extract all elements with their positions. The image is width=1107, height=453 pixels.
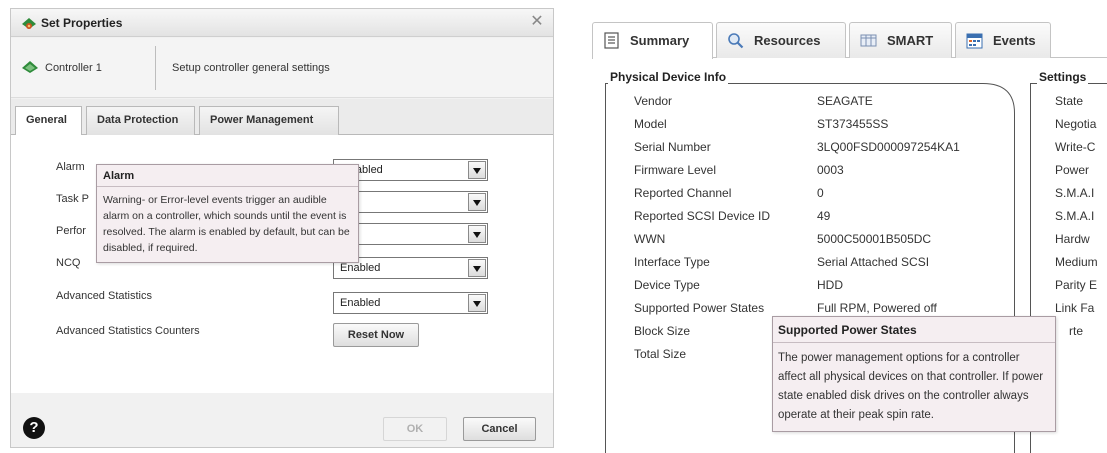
tab-events[interactable]: Events bbox=[955, 22, 1051, 58]
settings-smart-label: S.M.A.I bbox=[1055, 186, 1095, 200]
document-icon bbox=[604, 32, 619, 49]
dialog-tab-bar: General Data Protection Power Management bbox=[11, 99, 553, 136]
firmware-level-label: Firmware Level bbox=[634, 163, 717, 177]
device-type-value: HDD bbox=[817, 278, 843, 292]
tab-power-management[interactable]: Power Management bbox=[199, 106, 339, 135]
total-size-label: Total Size bbox=[634, 347, 687, 361]
dialog-title: Set Properties bbox=[41, 16, 123, 30]
controller-icon bbox=[22, 18, 36, 29]
interface-type-value: Serial Attached SCSI bbox=[817, 255, 930, 269]
reported-channel-label: Reported Channel bbox=[634, 186, 732, 200]
chevron-down-icon[interactable] bbox=[468, 225, 486, 243]
settings-link-failure-label: Link Fa bbox=[1055, 301, 1095, 315]
tab-data-protection[interactable]: Data Protection bbox=[86, 106, 195, 135]
tab-smart-label: SMART bbox=[887, 33, 934, 48]
settings-power-label: Power bbox=[1055, 163, 1090, 177]
advanced-statistics-value: Enabled bbox=[340, 297, 381, 309]
settings-state-label: State bbox=[1055, 94, 1084, 108]
tab-resources[interactable]: Resources bbox=[716, 22, 846, 58]
settings-medium-label: Medium bbox=[1055, 255, 1098, 269]
panel-tab-bar: Summary Resources SMART Events bbox=[592, 14, 1107, 59]
vendor-label: Vendor bbox=[634, 94, 673, 108]
tooltip-text: Warning- or Error-level events trigger a… bbox=[103, 194, 350, 254]
chevron-down-icon[interactable] bbox=[468, 161, 486, 179]
tab-summary[interactable]: Summary bbox=[592, 22, 713, 59]
block-size-label: Block Size bbox=[634, 324, 691, 338]
wwn-value: 5000C50001B505DC bbox=[817, 232, 932, 246]
reported-scsi-device-id-value: 49 bbox=[817, 209, 831, 223]
device-type-label: Device Type bbox=[634, 278, 700, 292]
controller-icon bbox=[22, 61, 38, 73]
settings-parity-label: Parity E bbox=[1055, 278, 1098, 292]
dialog-footer: ? OK Cancel bbox=[11, 393, 553, 447]
controller-name: Controller 1 bbox=[45, 62, 102, 74]
chevron-down-icon[interactable] bbox=[468, 294, 486, 312]
serial-number-value: 3LQ00FSD000097254KA1 bbox=[817, 140, 960, 154]
alarm-label: Alarm bbox=[56, 161, 85, 173]
tab-summary-label: Summary bbox=[630, 33, 690, 48]
set-properties-dialog: Set Properties ✕ Controller 1 Setup cont… bbox=[10, 8, 554, 448]
supported-power-states-value: Full RPM, Powered off bbox=[817, 301, 937, 315]
supported-power-states-label[interactable]: Supported Power States bbox=[634, 301, 764, 315]
settings-negotiated-label: Negotia bbox=[1055, 117, 1097, 131]
tab-resources-label: Resources bbox=[754, 33, 821, 48]
table-icon bbox=[860, 34, 877, 47]
settings-smart-label-2: S.M.A.I bbox=[1055, 209, 1095, 223]
tooltip-divider bbox=[97, 186, 358, 187]
dialog-title-bar[interactable]: Set Properties ✕ bbox=[11, 9, 553, 37]
magnifier-icon bbox=[728, 33, 744, 49]
tooltip-divider bbox=[773, 342, 1055, 343]
reported-scsi-device-id-label: Reported SCSI Device ID bbox=[634, 209, 771, 223]
alarm-tooltip: Alarm Warning- or Error-level events tri… bbox=[96, 164, 359, 263]
firmware-level-value: 0003 bbox=[817, 163, 844, 177]
advanced-statistics-label: Advanced Statistics bbox=[56, 290, 152, 302]
serial-number-label: Serial Number bbox=[634, 140, 711, 154]
model-value: ST373455SS bbox=[817, 117, 889, 131]
tab-events-label: Events bbox=[993, 33, 1036, 48]
help-icon[interactable]: ? bbox=[23, 417, 45, 439]
cancel-button[interactable]: Cancel bbox=[463, 417, 536, 441]
tab-smart[interactable]: SMART bbox=[849, 22, 952, 58]
model-label: Model bbox=[634, 117, 667, 131]
tooltip-title: Alarm bbox=[103, 170, 135, 182]
vendor-value: SEAGATE bbox=[817, 94, 873, 108]
calendar-icon bbox=[966, 33, 983, 49]
dialog-header: Controller 1 Setup controller general se… bbox=[11, 38, 553, 98]
reported-channel-value: 0 bbox=[817, 186, 824, 200]
tooltip-title: Supported Power States bbox=[778, 323, 917, 337]
interface-type-label: Interface Type bbox=[634, 255, 710, 269]
ok-button[interactable]: OK bbox=[383, 417, 447, 441]
device-summary-panel: Summary Resources SMART Events Physical … bbox=[592, 14, 1107, 453]
tooltip-text: The power management options for a contr… bbox=[778, 352, 1044, 421]
dialog-subtitle: Setup controller general settings bbox=[172, 62, 330, 74]
settings-rte-label: rte bbox=[1069, 324, 1084, 338]
supported-power-states-tooltip: Supported Power States The power managem… bbox=[772, 316, 1056, 432]
close-icon[interactable]: ✕ bbox=[529, 13, 545, 31]
reset-now-button[interactable]: Reset Now bbox=[333, 323, 419, 347]
chevron-down-icon[interactable] bbox=[468, 193, 486, 211]
performance-mode-label: Perfor bbox=[56, 225, 86, 237]
ncq-value: Enabled bbox=[340, 262, 381, 274]
settings-hardware-label: Hardw bbox=[1055, 232, 1090, 246]
settings-write-cache-label: Write-C bbox=[1055, 140, 1096, 154]
ncq-label: NCQ bbox=[56, 257, 81, 269]
task-priority-label: Task P bbox=[56, 193, 90, 205]
physical-device-info-title: Physical Device Info bbox=[608, 70, 729, 84]
advanced-statistics-select[interactable]: Enabled bbox=[333, 292, 488, 314]
tab-general[interactable]: General bbox=[15, 106, 82, 136]
header-divider bbox=[155, 46, 156, 90]
wwn-label: WWN bbox=[634, 232, 666, 246]
chevron-down-icon[interactable] bbox=[468, 259, 486, 277]
settings-title: Settings bbox=[1037, 70, 1089, 84]
advanced-statistics-counters-label: Advanced Statistics Counters bbox=[56, 325, 200, 337]
